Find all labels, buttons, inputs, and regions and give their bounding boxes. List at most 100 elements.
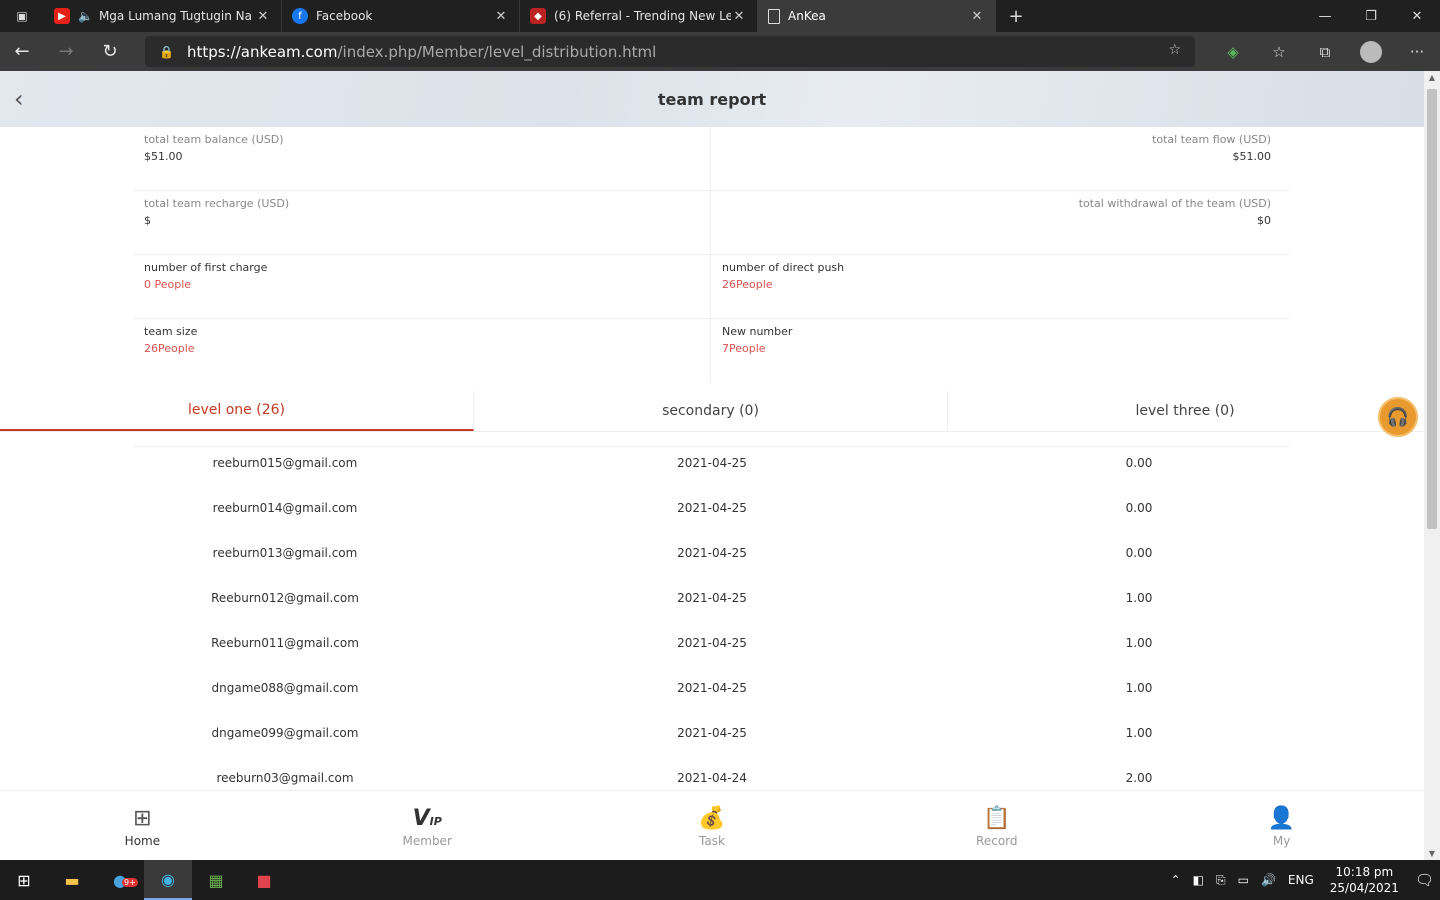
list-item: Reeburn011@gmail.com 2021-04-25 1.00 <box>0 620 1424 665</box>
member-amount: 1.00 <box>1125 590 1153 605</box>
stat-label: New number <box>722 325 793 338</box>
stat-value: $51.00 <box>144 150 183 163</box>
close-icon[interactable]: ✕ <box>255 9 271 24</box>
windows-start-icon[interactable]: ⊞ <box>0 860 48 900</box>
grid-icon: ⊞ <box>133 805 152 831</box>
member-date: 2021-04-25 <box>677 725 747 740</box>
tab-title: AnKea <box>788 9 826 23</box>
file-explorer-icon[interactable]: ▬ <box>48 860 96 900</box>
clock-time: 10:18 pm <box>1335 865 1394 879</box>
page-scrollbar[interactable]: ▲ ▼ <box>1424 71 1440 860</box>
more-icon[interactable]: ··· <box>1394 32 1440 71</box>
scrollbar-thumb[interactable] <box>1427 89 1437 529</box>
close-icon[interactable]: ✕ <box>493 9 509 24</box>
maximize-icon[interactable]: ❐ <box>1348 0 1394 32</box>
stat-value: $51.00 <box>1232 150 1272 163</box>
nav-my[interactable]: 👤 My <box>1139 791 1424 860</box>
add-favorite-icon[interactable]: ☆ <box>1168 42 1181 58</box>
youtube-icon: ▶ <box>54 8 70 24</box>
member-email: reeburn015@gmail.com <box>212 455 358 470</box>
edge-browser-icon[interactable]: ◉ <box>144 860 192 900</box>
page-title: team report <box>657 89 767 109</box>
nav-member[interactable]: VIP Member <box>285 791 570 860</box>
member-email: dngame099@gmail.com <box>211 725 359 740</box>
stats-row: total team balance (USD) $51.00 total te… <box>133 127 1289 191</box>
back-chevron-icon[interactable]: ‹ <box>14 85 24 113</box>
stat-direct-push: number of direct push 26People <box>711 255 1289 318</box>
stat-label: total team balance (USD) <box>144 133 284 146</box>
stat-value: $ <box>144 214 151 227</box>
member-email: reeburn013@gmail.com <box>212 545 358 560</box>
notification-badge: 9+ <box>122 878 138 887</box>
stat-label: team size <box>144 325 198 338</box>
lock-icon[interactable]: 🔒 <box>159 45 179 59</box>
member-date: 2021-04-25 <box>677 455 747 470</box>
member-email: reeburn014@gmail.com <box>212 500 358 515</box>
clock[interactable]: 10:18 pm 25/04/2021 <box>1320 864 1409 896</box>
nav-label: Record <box>976 833 1018 848</box>
tab-ankea[interactable]: AnKea ✕ <box>758 0 996 32</box>
nav-record[interactable]: 📋 Record <box>854 791 1139 860</box>
scroll-down-icon[interactable]: ▼ <box>1424 849 1440 858</box>
page-icon <box>768 8 780 24</box>
list-item: dngame088@gmail.com 2021-04-25 1.00 <box>0 665 1424 710</box>
url-host: https://ankeam.com <box>187 42 338 61</box>
nav-label: My <box>1272 833 1291 848</box>
member-amount: 0.00 <box>1125 455 1153 470</box>
network-icon[interactable]: ⎘ <box>1210 873 1232 888</box>
tab-facebook[interactable]: f Facebook ✕ <box>282 0 520 32</box>
chat-app-icon[interactable]: ● 9+ <box>96 860 144 900</box>
list-item: reeburn013@gmail.com 2021-04-25 0.00 <box>0 530 1424 575</box>
tab-level-three[interactable]: level three (0) <box>948 391 1422 431</box>
scroll-up-icon[interactable]: ▲ <box>1424 73 1440 82</box>
notifications-icon[interactable]: 🗨 <box>1409 871 1440 889</box>
language-indicator[interactable]: ENG <box>1282 873 1320 887</box>
chevron-up-icon[interactable]: ⌃ <box>1165 873 1187 887</box>
member-date: 2021-04-24 <box>677 770 747 785</box>
favorites-icon[interactable]: ☆ <box>1256 32 1302 71</box>
speaker-icon[interactable]: 🔈 <box>78 9 93 23</box>
nav-label: Home <box>124 833 161 848</box>
stat-value: 26People <box>144 342 195 355</box>
collections-icon[interactable]: ⧉ <box>1302 32 1348 71</box>
meet-icon[interactable]: ◧ <box>1187 873 1210 887</box>
close-icon[interactable]: ✕ <box>969 9 985 24</box>
refresh-icon[interactable]: ↻ <box>88 32 132 71</box>
list-item: dngame099@gmail.com 2021-04-25 1.00 <box>0 710 1424 755</box>
stat-label: total withdrawal of the team (USD) <box>1078 197 1271 210</box>
system-tray: ⌃ ◧ ⎘ ▭ 🔊 ENG 10:18 pm 25/04/2021 🗨 <box>1165 864 1440 896</box>
member-date: 2021-04-25 <box>677 500 747 515</box>
member-amount: 0.00 <box>1125 500 1153 515</box>
member-amount: 1.00 <box>1125 680 1153 695</box>
tab-level-one[interactable]: level one (26) <box>0 391 474 431</box>
address-bar[interactable]: 🔒 https://ankeam.com/index.php/Member/le… <box>145 36 1195 67</box>
back-arrow-icon[interactable]: ← <box>0 32 44 71</box>
close-icon[interactable]: ✕ <box>731 9 747 24</box>
shield-icon: ◆ <box>530 8 546 24</box>
stat-new-number: New number 7People <box>711 319 1289 383</box>
list-item: reeburn015@gmail.com 2021-04-25 0.00 <box>0 440 1424 485</box>
extension-icon[interactable]: ◈ <box>1210 32 1256 71</box>
member-amount: 1.00 <box>1125 635 1153 650</box>
tab-actions-icon[interactable]: ▣ <box>0 0 44 32</box>
stat-total-withdrawal: total withdrawal of the team (USD) $0 <box>711 191 1289 254</box>
forward-arrow-icon[interactable]: → <box>44 32 88 71</box>
stat-total-team-recharge: total team recharge (USD) $ <box>133 191 711 254</box>
nav-task[interactable]: 💰 Task <box>570 791 855 860</box>
volume-icon[interactable]: 🔊 <box>1255 873 1282 887</box>
nav-home[interactable]: ⊞ Home <box>0 791 285 860</box>
tab-secondary[interactable]: secondary (0) <box>474 391 948 431</box>
red-app-icon[interactable]: ■ <box>240 860 288 900</box>
member-amount: 1.00 <box>1125 725 1153 740</box>
member-amount: 0.00 <box>1125 545 1153 560</box>
minimize-icon[interactable]: — <box>1302 0 1348 32</box>
tab-youtube[interactable]: ▶ 🔈 Mga Lumang Tugtugin Na Mas ✕ <box>44 0 282 32</box>
display-icon[interactable]: ▭ <box>1232 873 1255 887</box>
close-window-icon[interactable]: ✕ <box>1394 0 1440 32</box>
nav-label: Member <box>402 833 452 848</box>
spreadsheet-app-icon[interactable]: ▦ <box>192 860 240 900</box>
tab-referral[interactable]: ◆ (6) Referral - Trending New Legit ✕ <box>520 0 758 32</box>
profile-avatar[interactable] <box>1348 32 1394 71</box>
new-tab-button[interactable]: + <box>996 0 1036 32</box>
customer-service-icon[interactable]: 🎧 <box>1378 397 1418 437</box>
